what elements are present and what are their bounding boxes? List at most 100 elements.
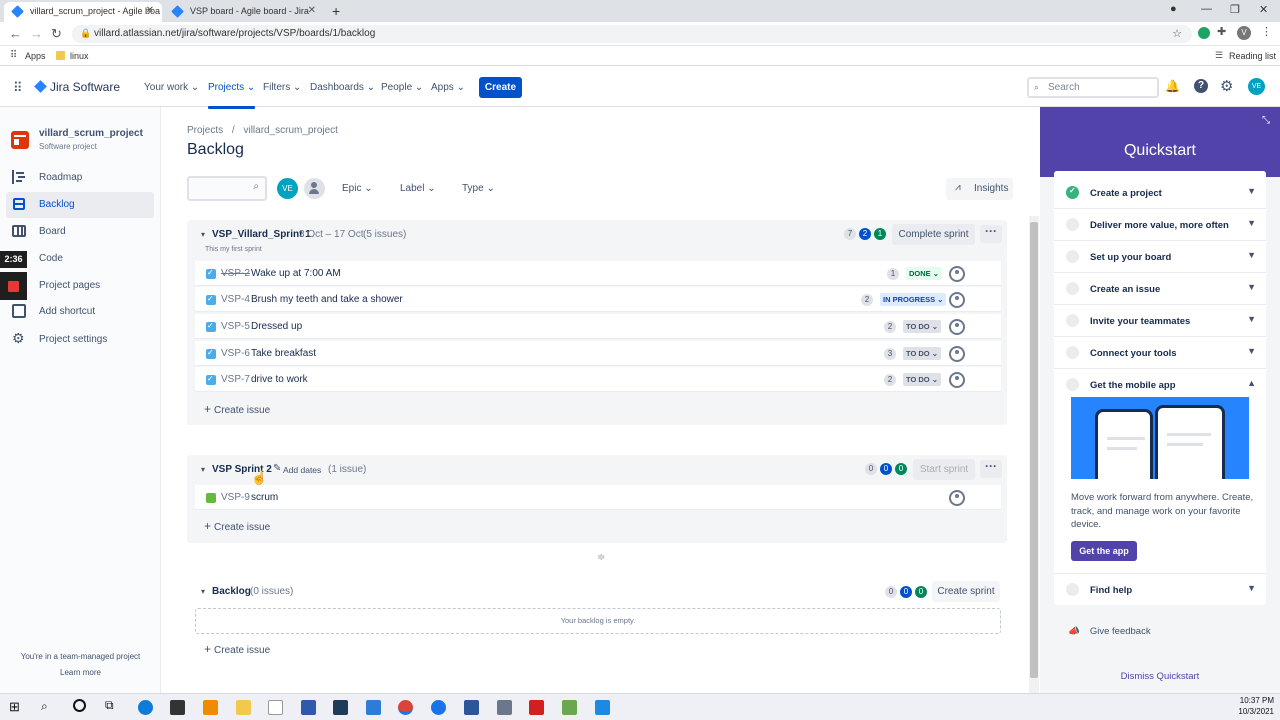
extensions-icon[interactable]: ✚ — [1217, 25, 1226, 38]
status-dropdown[interactable]: TO DO ⌄ — [903, 373, 941, 386]
nav-filters[interactable]: Filters ⌄ — [263, 82, 301, 93]
word-icon[interactable] — [464, 700, 479, 715]
issue-summary[interactable]: Brush my teeth and take a shower — [251, 294, 403, 305]
assignee-filter-avatar[interactable]: VE — [277, 178, 298, 199]
app-icon[interactable] — [562, 700, 577, 715]
search-input[interactable]: ⌕ Search — [1027, 77, 1159, 98]
acrobat-icon[interactable] — [529, 700, 544, 715]
notifications-icon[interactable]: 🔔 — [1165, 79, 1180, 93]
get-the-app-button[interactable]: Get the app — [1071, 541, 1137, 561]
give-feedback-link[interactable]: 📣 Give feedback — [1068, 626, 1151, 637]
windows-start-icon[interactable]: ⊞ — [9, 699, 20, 715]
dismiss-quickstart-link[interactable]: Dismiss Quickstart — [1040, 671, 1280, 682]
minimize-icon[interactable]: — — [1201, 3, 1212, 15]
restore-icon[interactable]: ❐ — [1230, 3, 1240, 16]
story-points[interactable]: 1 — [887, 268, 899, 280]
sprint-name[interactable]: VSP_Villard_Sprint 1 — [212, 229, 311, 240]
network-tool-icon[interactable] — [497, 700, 512, 715]
file-explorer-icon[interactable] — [236, 700, 251, 715]
create-button[interactable]: Create — [479, 77, 522, 98]
unassigned-avatar-icon[interactable] — [949, 266, 965, 282]
media-icon[interactable]: ● — [1170, 3, 1177, 15]
breadcrumb-project[interactable]: villard_scrum_project — [243, 125, 337, 136]
checklist-item-invite-teammates[interactable]: Invite your teammates ▼ — [1054, 305, 1266, 337]
status-dropdown[interactable]: IN PROGRESS ⌄ — [880, 293, 947, 306]
record-stop-button[interactable] — [0, 272, 27, 300]
checklist-item-create-issue[interactable]: Create an issue ▼ — [1054, 273, 1266, 305]
user-avatar[interactable]: VE — [1248, 78, 1265, 95]
sidebar-item-project-settings[interactable]: ⚙ Project settings — [6, 327, 154, 353]
issue-key[interactable]: VSP-5 — [221, 321, 250, 332]
issue-row[interactable]: VSP-2 Wake up at 7:00 AM 1 DONE ⌄ — [195, 261, 1001, 286]
main-scrollbar[interactable] — [1029, 216, 1039, 693]
minimize-panel-icon[interactable]: ⤡ — [1262, 115, 1270, 126]
star-icon[interactable]: ☆ — [1172, 27, 1182, 40]
sidebar-item-add-shortcut[interactable]: Add shortcut — [6, 299, 154, 325]
story-points[interactable]: 3 — [884, 348, 896, 360]
unassigned-avatar-icon[interactable] — [949, 292, 965, 308]
collapse-chevron-icon[interactable]: ▾ — [201, 587, 205, 596]
vmware-icon[interactable] — [301, 700, 316, 715]
create-issue-button[interactable]: + Create issue — [204, 519, 270, 533]
issue-row[interactable]: VSP-9 scrum — [195, 485, 1001, 510]
nav-your-work[interactable]: Your work ⌄ — [144, 82, 199, 93]
close-tab-icon[interactable]: ✕ — [308, 5, 316, 16]
close-window-icon[interactable]: ✕ — [1259, 3, 1268, 16]
search-icon[interactable]: ⌕ — [41, 699, 48, 714]
issue-row[interactable]: VSP-6 Take breakfast 3 TO DO ⌄ — [195, 341, 1001, 366]
start-sprint-button[interactable]: Start sprint — [913, 459, 975, 480]
bookmark-linux[interactable]: linux — [70, 51, 89, 61]
edge-icon[interactable] — [138, 700, 153, 715]
checklist-item-deliver-value[interactable]: Deliver more value, more often ▼ — [1054, 209, 1266, 241]
issue-key[interactable]: VSP-9 — [221, 492, 250, 503]
help-icon[interactable]: ? — [1194, 79, 1208, 93]
status-dropdown[interactable]: DONE ⌄ — [906, 267, 943, 280]
issue-row[interactable]: VSP-7 drive to work 2 TO DO ⌄ — [195, 367, 1001, 392]
complete-sprint-button[interactable]: Complete sprint — [892, 224, 975, 245]
unassigned-avatar-icon[interactable] — [949, 319, 965, 335]
story-points[interactable]: 2 — [884, 321, 896, 333]
issue-row[interactable]: VSP-4 Brush my teeth and take a shower 2… — [195, 287, 1001, 312]
create-issue-button[interactable]: + Create issue — [204, 402, 270, 416]
nav-projects[interactable]: Projects ⌄ — [208, 82, 256, 109]
status-dropdown[interactable]: TO DO ⌄ — [903, 347, 941, 360]
unassigned-avatar-icon[interactable] — [949, 346, 965, 362]
status-dropdown[interactable]: TO DO ⌄ — [903, 320, 941, 333]
issue-row[interactable]: VSP-5 Dressed up 2 TO DO ⌄ — [195, 314, 1001, 339]
cortana-icon[interactable] — [73, 699, 86, 712]
type-filter[interactable]: Type ⌄ — [462, 183, 495, 194]
new-tab-icon[interactable]: + — [332, 3, 340, 19]
mail-icon[interactable] — [366, 700, 381, 715]
issue-key[interactable]: VSP-7 — [221, 374, 250, 385]
teamviewer-icon[interactable] — [431, 700, 446, 715]
nav-apps[interactable]: Apps ⌄ — [431, 82, 465, 93]
photos-icon[interactable] — [595, 700, 610, 715]
nav-dashboards[interactable]: Dashboards ⌄ — [310, 82, 375, 93]
checklist-item-find-help[interactable]: Find help ▼ — [1054, 573, 1266, 605]
label-filter[interactable]: Label ⌄ — [400, 183, 436, 194]
taskbar-time[interactable]: 10:37 PM — [1236, 696, 1274, 705]
issue-summary[interactable]: scrum — [251, 492, 278, 503]
backlog-search-input[interactable]: ⌕ — [187, 176, 267, 201]
insights-button[interactable]: ⩘ Insights — [946, 178, 1013, 200]
checklist-item-set-up-board[interactable]: Set up your board ▼ — [1054, 241, 1266, 273]
grammarly-extension-icon[interactable] — [1198, 27, 1210, 39]
reading-list[interactable]: Reading list — [1229, 51, 1276, 61]
create-sprint-button[interactable]: Create sprint — [932, 581, 1000, 602]
sidebar-item-backlog[interactable]: Backlog — [6, 192, 154, 218]
url-field[interactable]: 🔒 villard.atlassian.net/jira/software/pr… — [72, 25, 1192, 43]
reload-icon[interactable]: ↻ — [51, 26, 62, 42]
sprint-more-actions-icon[interactable]: ··· — [980, 225, 1002, 243]
close-tab-icon[interactable]: ✕ — [146, 5, 154, 16]
sidebar-item-board[interactable]: Board — [6, 219, 154, 245]
app-switcher-icon[interactable]: ⠿ — [13, 80, 23, 96]
taskbar-date[interactable]: 10/3/2021 — [1236, 707, 1274, 716]
checklist-item-connect-tools[interactable]: Connect your tools ▼ — [1054, 337, 1266, 369]
issue-key[interactable]: VSP-4 — [221, 294, 250, 305]
issue-key[interactable]: VSP-6 — [221, 348, 250, 359]
forward-icon[interactable]: → — [30, 26, 43, 41]
epic-filter[interactable]: Epic ⌄ — [342, 183, 373, 194]
back-icon[interactable]: ← — [9, 26, 22, 41]
sprint-more-actions-icon[interactable]: ··· — [980, 460, 1002, 478]
browser-menu-icon[interactable]: ⋮ — [1261, 25, 1272, 38]
